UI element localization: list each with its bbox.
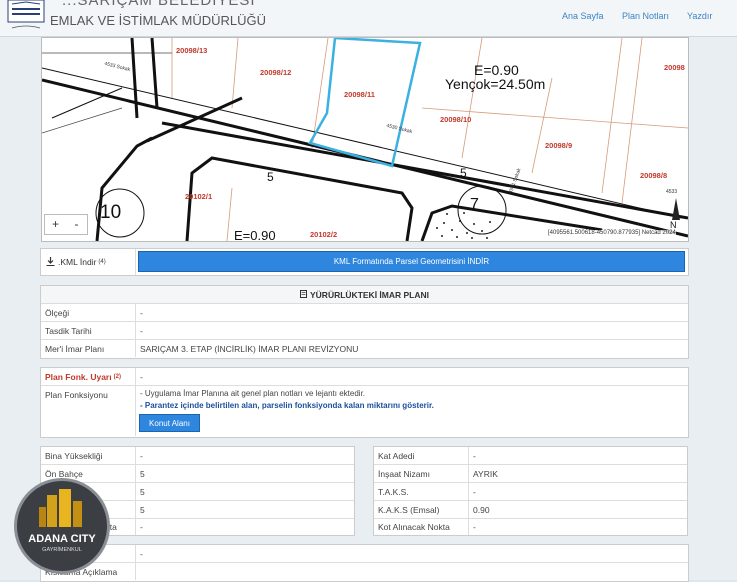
row-value xyxy=(136,563,688,580)
kml-download-button[interactable]: KML Formatında Parsel Geometrisini İNDİR xyxy=(138,251,685,272)
map-zoom-control: + - xyxy=(44,214,88,235)
parcel-label: 20098/11 xyxy=(344,90,375,99)
row-label: Plan Fonksiyonu xyxy=(41,386,136,436)
nav-print-link[interactable]: Yazdır xyxy=(687,11,712,21)
warning-label: Plan Fonk. Uyarı xyxy=(45,371,112,382)
zoom-out-button[interactable]: - xyxy=(66,215,87,234)
zoning-heading-cell: YÜRÜRLÜKTEKİ İMAR PLANI xyxy=(41,286,688,303)
parcel-label: 20098/13 xyxy=(176,46,208,55)
building-params-right: Kat Adedi - İnşaat Nizamı AYRIK T.A.K.S.… xyxy=(373,446,688,536)
plan-note-line: - Uygulama İmar Planına ait genel plan n… xyxy=(140,389,366,398)
parcel-map[interactable]: 20098/13 20098/12 20098/11 20098/10 2009… xyxy=(41,37,689,242)
setback-label: 5 xyxy=(267,170,274,184)
parcel-label: 20098/8 xyxy=(640,171,668,180)
floor-count-right: 7 xyxy=(470,196,479,213)
zoning-heading: YÜRÜRLÜKTEKİ İMAR PLANI xyxy=(310,289,429,300)
row-value: - xyxy=(140,450,143,461)
table-row: Mer'i İmar Planı SARIÇAM 3. ETAP (İNCİRL… xyxy=(41,340,688,357)
kml-label-cell: .KML İndir (4) xyxy=(43,249,136,275)
row-value: - xyxy=(140,548,143,559)
table-row: İnşaat Nizamı AYRIK xyxy=(374,465,687,483)
download-icon xyxy=(46,256,55,268)
row-value: - xyxy=(473,522,476,532)
table-row: K.A.K.S (Emsal) 0.90 xyxy=(374,501,687,519)
warning-label-cell: Plan Fonk. Uyarı (2) xyxy=(41,368,136,385)
zoom-in-button[interactable]: + xyxy=(45,215,66,234)
table-row: Tasdik Tarihi - xyxy=(41,322,688,340)
nav-home-link[interactable]: Ana Sayfa xyxy=(562,11,604,21)
plan-function-panel: Plan Fonk. Uyarı (2) - Plan Fonksiyonu -… xyxy=(40,367,689,438)
map-attribution: [4095561.500618-450790.877935] Netcad 20… xyxy=(548,230,676,236)
header: ...SARIÇAM BELEDİYESİ EMLAK VE İSTİMLAK … xyxy=(0,0,737,37)
row-value: 5 xyxy=(140,504,145,515)
row-value: 5 xyxy=(140,468,145,479)
table-row: Açıklama - xyxy=(41,545,688,563)
row-label: Tasdik Tarihi xyxy=(41,322,136,339)
table-row: Ölçeği - xyxy=(41,304,688,322)
street-label: 4533 xyxy=(666,189,678,195)
row-value: - xyxy=(473,450,476,461)
row-value: 0.90 xyxy=(473,504,490,515)
row-value: - xyxy=(140,307,143,318)
warning-note: (2) xyxy=(113,373,121,380)
setback-label: 5 xyxy=(460,166,467,180)
parcel-label: 20098/10 xyxy=(440,115,472,124)
konut-alani-button[interactable]: Konut Alanı xyxy=(139,414,200,432)
municipality-logo xyxy=(6,0,46,32)
agency-watermark-logo: ADANA CITY GAYRİMENKUL xyxy=(14,478,110,574)
row-value: - xyxy=(140,325,143,336)
floor-count-left: 10 xyxy=(100,202,122,223)
row-label: Ölçeği xyxy=(41,304,136,321)
row-value: - xyxy=(140,522,143,532)
row-label: K.A.K.S (Emsal) xyxy=(374,501,469,518)
document-icon xyxy=(300,289,307,300)
zoning-plan-panel: YÜRÜRLÜKTEKİ İMAR PLANI Ölçeği - Tasdik … xyxy=(40,285,689,359)
row-label: Kat Adedi xyxy=(374,447,469,464)
agency-name: ADANA CITY xyxy=(28,533,96,545)
zoning-heading-row: YÜRÜRLÜKTEKİ İMAR PLANI xyxy=(41,286,688,304)
row-label: T.A.K.S. xyxy=(374,483,469,500)
row-value: SARIÇAM 3. ETAP (İNCİRLİK) İMAR PLANI RE… xyxy=(140,343,359,354)
table-row: Plan Fonk. Uyarı (2) - xyxy=(41,368,688,386)
page-top-title: ...SARIÇAM BELEDİYESİ xyxy=(62,0,256,9)
agency-subtitle: GAYRİMENKUL xyxy=(42,547,82,553)
nav-plan-notes-link[interactable]: Plan Notları xyxy=(622,11,669,21)
row-label: Mer'i İmar Planı xyxy=(41,340,136,357)
table-row: T.A.K.S. - xyxy=(374,483,687,501)
table-row: Bina Yüksekliği - xyxy=(41,447,354,465)
row-label: Bina Yüksekliği xyxy=(41,447,136,464)
table-row: Kot Alınacak Nokta - xyxy=(374,519,687,535)
table-row: Kısıtlama Açıklama xyxy=(41,563,688,580)
row-value: - xyxy=(140,371,143,382)
page: ...SARIÇAM BELEDİYESİ EMLAK VE İSTİMLAK … xyxy=(0,0,737,582)
plan-density-text-bottom: E=0.90 xyxy=(234,228,276,242)
table-row: Kat Adedi - xyxy=(374,447,687,465)
row-label: İnşaat Nizamı xyxy=(374,465,469,482)
description-panel: Açıklama - Kısıtlama Açıklama xyxy=(40,544,689,582)
kml-note: (4) xyxy=(98,259,106,265)
row-value: AYRIK xyxy=(473,468,498,479)
parcel-label: 20102/2 xyxy=(310,230,338,239)
page-title: EMLAK VE İSTİMLAK MÜDÜRLÜĞÜ xyxy=(50,13,266,28)
row-value: 5 xyxy=(140,486,145,497)
north-arrow-icon: N xyxy=(670,220,677,230)
plan-height-text: Yençok=24.50m xyxy=(445,76,546,92)
kml-label: .KML İndir xyxy=(58,257,97,267)
plan-note-line: - Parantez içinde belirtilen alan, parse… xyxy=(140,401,434,410)
parcel-label: 20098/12 xyxy=(260,68,292,77)
row-label: Kot Alınacak Nokta xyxy=(374,519,469,535)
parcel-label: 20102/1 xyxy=(185,192,213,201)
parcel-label: 20098/9 xyxy=(545,141,573,150)
row-value: - xyxy=(473,486,476,497)
parcel-label: 20098 xyxy=(664,63,685,72)
